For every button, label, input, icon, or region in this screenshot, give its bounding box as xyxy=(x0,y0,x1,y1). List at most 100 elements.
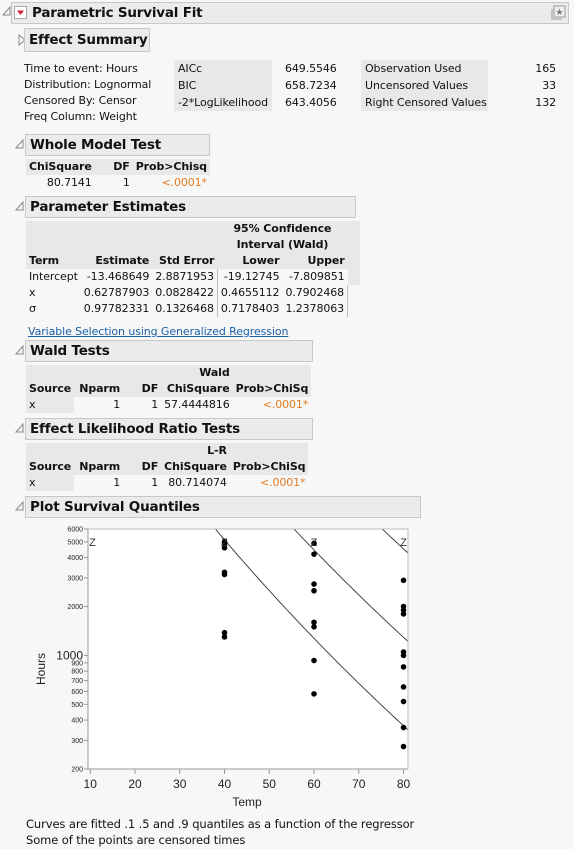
collapse-disclosure-icon[interactable] xyxy=(15,201,25,213)
table-row: σ 0.97782331 0.1326468 0.7178403 1.23780… xyxy=(26,301,360,317)
whole-model-test-title: Whole Model Test xyxy=(30,137,161,153)
count-value-observations: 165 xyxy=(535,62,556,75)
data-point xyxy=(400,664,407,670)
col-header-std-error: Std Error xyxy=(152,221,218,269)
x-tick-label: 10 xyxy=(84,777,98,791)
fit-stat-label-aicc: AICc xyxy=(178,62,203,75)
collapse-disclosure-icon[interactable] xyxy=(15,423,25,435)
col-header-chisquare: ChiSquare xyxy=(161,381,233,397)
cell-nparm: 1 xyxy=(113,476,121,489)
censor-marker: Z xyxy=(89,537,96,549)
plot-survival-quantiles-header[interactable]: Plot Survival Quantiles xyxy=(25,496,421,518)
collapse-disclosure-icon[interactable] xyxy=(15,501,25,513)
col-header-nparm: Nparm xyxy=(74,443,124,475)
collapse-disclosure-icon[interactable] xyxy=(15,139,25,151)
y-tick-label: 300 xyxy=(71,738,83,745)
cell-df: 1 xyxy=(122,176,130,189)
cell-estimate: 0.97782331 xyxy=(83,302,150,315)
x-tick-label: 40 xyxy=(218,777,232,791)
variable-selection-link[interactable]: Variable Selection using Generalized Reg… xyxy=(28,324,288,339)
fit-stat-value-bic: 658.7234 xyxy=(285,79,337,92)
y-tick-label: 200 xyxy=(71,767,83,774)
x-tick-label: 20 xyxy=(128,777,142,791)
count-value-uncensored: 33 xyxy=(542,79,556,92)
plot-area xyxy=(88,529,408,769)
col-header-wald: Wald xyxy=(161,365,233,381)
col-header-prob: Prob>Chisq xyxy=(132,159,210,175)
cell-upper: 0.7902468 xyxy=(285,286,345,299)
table-row: 80.7141 1 <.0001* xyxy=(26,175,210,191)
col-header-source: Source xyxy=(26,443,75,475)
col-header-ci-line2: Interval (Wald) xyxy=(217,237,348,253)
data-point xyxy=(400,577,407,584)
collapse-disclosure-icon[interactable] xyxy=(15,345,25,357)
parameter-estimates-title: Parameter Estimates xyxy=(30,199,186,215)
fit-stat-value-loglik: 643.4056 xyxy=(285,96,337,109)
x-tick-label: 70 xyxy=(352,777,366,791)
whole-model-test-header[interactable]: Whole Model Test xyxy=(25,134,210,156)
data-point xyxy=(400,611,407,617)
y-tick-label: 1000 xyxy=(56,648,83,662)
censor-marker: Z xyxy=(400,537,407,549)
wald-tests-header[interactable]: Wald Tests xyxy=(25,340,313,362)
y-tick-label: 3000 xyxy=(67,575,83,582)
fit-stat-value-aicc: 649.5546 xyxy=(285,62,337,75)
cell-source: x xyxy=(26,475,75,491)
wald-tests-title: Wald Tests xyxy=(30,343,110,359)
cell-chisquare: 57.4444816 xyxy=(164,398,230,411)
cell-term: σ xyxy=(29,302,36,315)
survival-quantile-plot: Z Z Z Z200300400500600700800900100020003000… xyxy=(34,527,411,810)
cell-lower: 0.4655112 xyxy=(216,285,283,301)
col-header-lr: L-R xyxy=(161,443,230,459)
y-axis-label: Hours xyxy=(34,653,48,685)
x-tick-label: 50 xyxy=(263,777,277,791)
censor-marker: Z xyxy=(221,537,228,549)
cell-upper: 1.2378063 xyxy=(285,302,345,315)
x-tick-label: 30 xyxy=(173,777,187,791)
col-header-df: DF xyxy=(123,443,162,475)
info-censored-by: Censored By: Censor xyxy=(24,94,137,107)
count-label-right-censored: Right Censored Values xyxy=(365,96,487,109)
count-value-right-censored: 132 xyxy=(535,96,556,109)
cell-source: x xyxy=(26,397,75,413)
data-point xyxy=(400,652,407,659)
data-point xyxy=(311,657,317,664)
cell-nparm: 1 xyxy=(113,398,121,411)
fit-stat-label-bic: BIC xyxy=(178,79,197,92)
lr-tests-table: Source Nparm DF L-R Prob>ChiSq ChiSquare… xyxy=(26,443,309,491)
report-title-bar[interactable]: Parametric Survival Fit xyxy=(11,2,569,24)
parameter-estimates-table: Term Estimate Std Error 95% Confidence I… xyxy=(26,221,360,317)
col-header-term: Term xyxy=(26,221,81,269)
table-row: Intercept -13.468649 2.8871953 -19.12745… xyxy=(26,269,360,285)
y-tick-label: 5000 xyxy=(67,539,83,546)
y-tick-label: 2000 xyxy=(67,604,83,611)
red-triangle-menu-icon[interactable] xyxy=(14,6,27,19)
col-header-df: DF xyxy=(94,159,133,175)
cell-term: Intercept xyxy=(29,270,78,283)
parameter-estimates-header[interactable]: Parameter Estimates xyxy=(25,196,356,218)
count-label-observations: Observation Used xyxy=(365,62,462,75)
wald-tests-table: Source Nparm DF Wald Prob>ChiSq ChiSquar… xyxy=(26,365,312,413)
cell-prob: <.0001* xyxy=(259,476,306,489)
x-tick-label: 60 xyxy=(307,777,321,791)
cell-std-error: 2.8871953 xyxy=(155,270,214,283)
info-freq-column: Freq Column: Weight xyxy=(24,110,137,123)
y-tick-label: 700 xyxy=(71,678,83,685)
effect-summary-header[interactable]: Effect Summary xyxy=(24,28,150,52)
effect-summary-title: Effect Summary xyxy=(29,32,148,48)
info-distribution: Distribution: Lognormal xyxy=(24,78,152,91)
y-tick-label: 500 xyxy=(71,702,83,709)
data-point xyxy=(311,587,317,594)
data-point xyxy=(400,698,407,705)
cell-chisquare: 80.714074 xyxy=(168,476,227,489)
col-header-source: Source xyxy=(26,365,75,397)
col-header-chisquare: ChiSquare xyxy=(26,159,95,175)
row-end xyxy=(347,301,360,317)
data-point xyxy=(311,691,317,697)
cell-estimate: 0.62787903 xyxy=(83,286,150,299)
col-header-upper: Upper xyxy=(282,253,348,269)
cell-lower: -19.12745 xyxy=(216,269,283,285)
data-point xyxy=(221,634,228,640)
star-preferences-icon[interactable] xyxy=(551,5,566,20)
lr-tests-header[interactable]: Effect Likelihood Ratio Tests xyxy=(25,418,313,440)
